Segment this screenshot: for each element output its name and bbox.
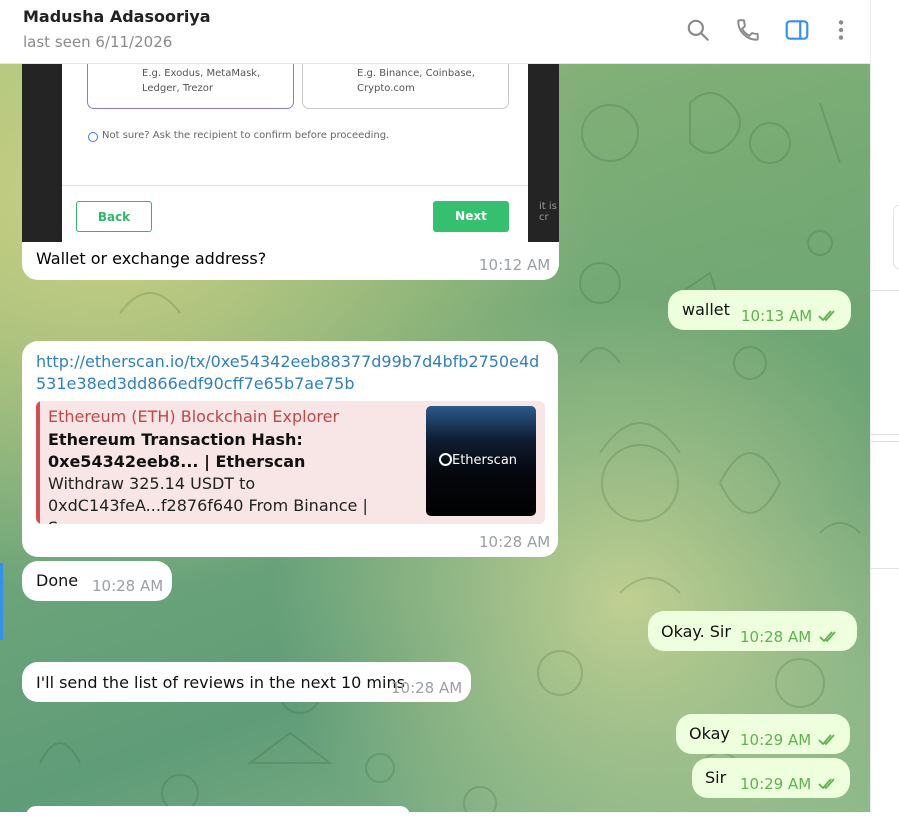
message-time: 10:13 AM — [741, 307, 813, 325]
message-text: I'll send the list of reviews in the nex… — [36, 673, 405, 692]
message-text: Done — [36, 571, 79, 590]
screenshot-back-button: Back — [76, 201, 152, 232]
read-checkmarks-icon — [818, 778, 835, 790]
message-time: 10:29 AM — [740, 731, 812, 749]
screenshot-cut-text: it is cr — [539, 201, 557, 223]
message-text: wallet — [682, 300, 730, 319]
outgoing-message[interactable]: Sir 10:29 AM — [692, 758, 850, 798]
preview-site-name: Ethereum (ETH) Blockchain Explorer — [48, 407, 340, 426]
preview-description: Withdraw 325.14 USDT to 0xdC143feA...f28… — [48, 474, 368, 524]
info-icon — [88, 132, 98, 142]
screenshot-message[interactable]: E.g. Exodus, MetaMask, Ledger, Trezor E.… — [22, 63, 559, 280]
incoming-message[interactable]: Done 10:28 AM — [22, 561, 172, 601]
exchange-examples-line1: E.g. Binance, Coinbase, — [357, 68, 475, 79]
etherscan-logo-icon — [439, 453, 452, 466]
exchange-option-card: E.g. Binance, Coinbase, Crypto.com — [302, 63, 509, 109]
message-text: Wallet or exchange address? — [36, 249, 267, 268]
outgoing-message[interactable]: Okay 10:29 AM — [676, 714, 850, 754]
side-panel-divider — [871, 568, 899, 569]
last-seen-status: last seen 6/11/2026 — [23, 33, 173, 51]
read-checkmarks-icon — [818, 734, 835, 746]
incoming-message[interactable]: I'll send the list of reviews in the nex… — [22, 662, 471, 702]
side-panel-divider — [871, 441, 899, 442]
read-checkmarks-icon — [819, 631, 836, 643]
screenshot-next-button: Next — [433, 201, 509, 232]
side-panel-divider — [871, 434, 899, 435]
search-icon[interactable] — [685, 17, 711, 43]
sidebar-toggle-icon[interactable] — [784, 17, 810, 43]
screenshot-divider — [62, 185, 528, 186]
chat-header: Madusha Adasooriya last seen 6/11/2026 — [0, 0, 870, 64]
preview-thumbnail[interactable]: Etherscan — [426, 406, 536, 516]
exchange-examples-line2: Crypto.com — [357, 83, 415, 94]
wallet-option-card: E.g. Exodus, MetaMask, Ledger, Trezor — [87, 63, 294, 109]
side-panel-card — [893, 205, 899, 269]
message-time: 10:29 AM — [740, 775, 812, 793]
screenshot-image[interactable]: E.g. Exodus, MetaMask, Ledger, Trezor E.… — [22, 63, 559, 242]
message-text: Sir — [705, 768, 727, 787]
screenshot-note: Not sure? Ask the recipient to confirm b… — [102, 130, 390, 141]
message-time: 10:28 AM — [92, 577, 164, 595]
wallet-examples-line1: E.g. Exodus, MetaMask, — [142, 68, 261, 79]
link-message[interactable]: http://etherscan.io/tx/0xe54342eeb88377d… — [22, 341, 558, 557]
incoming-message-partial[interactable] — [26, 806, 410, 826]
left-selection-accent — [0, 563, 3, 640]
link-preview[interactable]: Ethereum (ETH) Blockchain Explorer Ether… — [36, 401, 545, 524]
phone-icon[interactable] — [735, 17, 761, 43]
outgoing-message[interactable]: wallet 10:13 AM — [668, 290, 851, 330]
message-time: 10:12 AM — [479, 256, 551, 274]
wallet-examples-line2: Ledger, Trezor — [142, 83, 214, 94]
preview-accent-bar — [36, 401, 40, 524]
outgoing-message[interactable]: Okay. Sir 10:28 AM — [648, 611, 857, 651]
read-checkmarks-icon — [818, 310, 835, 322]
right-side-panel — [870, 0, 899, 812]
message-link[interactable]: http://etherscan.io/tx/0xe54342eeb88377d… — [36, 351, 546, 395]
message-time: 10:28 AM — [479, 533, 551, 551]
contact-name[interactable]: Madusha Adasooriya — [23, 7, 211, 26]
message-time: 10:28 AM — [391, 679, 463, 697]
message-time: 10:28 AM — [740, 628, 812, 646]
more-vertical-icon[interactable] — [828, 17, 854, 43]
preview-title: Ethereum Transaction Hash: 0xe54342eeb8.… — [48, 430, 306, 471]
message-text: Okay — [689, 724, 730, 743]
side-panel-divider — [871, 290, 899, 291]
preview-thumbnail-text: Etherscan — [452, 453, 518, 468]
message-text: Okay. Sir — [661, 622, 731, 641]
